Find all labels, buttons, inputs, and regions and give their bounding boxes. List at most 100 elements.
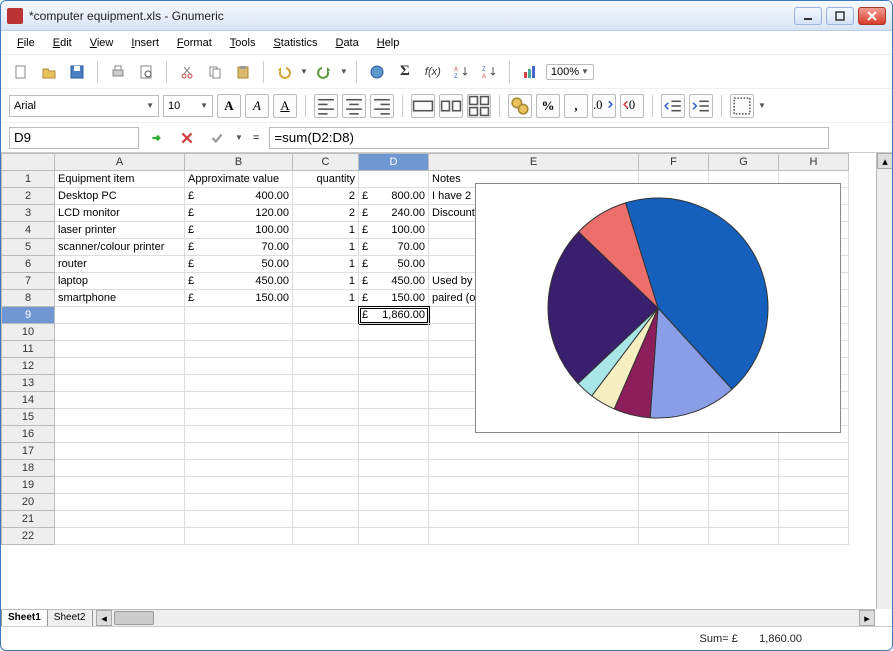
menu-edit[interactable]: Edit (45, 35, 80, 51)
bold-button[interactable]: A (217, 94, 241, 118)
cell-C12[interactable] (293, 358, 359, 375)
increase-decimal-button[interactable]: .0 (592, 94, 616, 118)
cell-E22[interactable] (429, 528, 639, 545)
cell-A15[interactable] (55, 409, 185, 426)
cell-D7[interactable]: £450.00 (359, 273, 429, 290)
percent-button[interactable]: % (536, 94, 560, 118)
col-header-C[interactable]: C (293, 153, 359, 171)
undo-button[interactable] (272, 60, 296, 84)
decrease-indent-button[interactable] (661, 94, 685, 118)
cell-A7[interactable]: laptop (55, 273, 185, 290)
row-header-21[interactable]: 21 (1, 511, 55, 528)
cell-D15[interactable] (359, 409, 429, 426)
cell-H19[interactable] (779, 477, 849, 494)
cell-B14[interactable] (185, 392, 293, 409)
cell-C16[interactable] (293, 426, 359, 443)
col-header-E[interactable]: E (429, 153, 639, 171)
hyperlink-button[interactable] (365, 60, 389, 84)
cell-D18[interactable] (359, 460, 429, 477)
goto-button[interactable] (145, 126, 169, 150)
increase-indent-button[interactable] (689, 94, 713, 118)
horizontal-scrollbar[interactable]: ◂ ▸ (96, 609, 875, 626)
pie-chart[interactable] (475, 183, 841, 433)
cell-D2[interactable]: £800.00 (359, 188, 429, 205)
cell-G17[interactable] (709, 443, 779, 460)
cell-B17[interactable] (185, 443, 293, 460)
redo-button[interactable] (312, 60, 336, 84)
cell-A4[interactable]: laser printer (55, 222, 185, 239)
minimize-button[interactable] (794, 7, 822, 25)
menu-tools[interactable]: Tools (222, 35, 264, 51)
cell-F18[interactable] (639, 460, 709, 477)
cell-G18[interactable] (709, 460, 779, 477)
cell-A2[interactable]: Desktop PC (55, 188, 185, 205)
cell-D19[interactable] (359, 477, 429, 494)
cell-A6[interactable]: router (55, 256, 185, 273)
italic-button[interactable]: A (245, 94, 269, 118)
col-header-A[interactable]: A (55, 153, 185, 171)
col-header-H[interactable]: H (779, 153, 849, 171)
maximize-button[interactable] (826, 7, 854, 25)
cell-H18[interactable] (779, 460, 849, 477)
cell-H22[interactable] (779, 528, 849, 545)
cell-H20[interactable] (779, 494, 849, 511)
borders-button[interactable] (730, 94, 754, 118)
cell-F22[interactable] (639, 528, 709, 545)
cell-B3[interactable]: £120.00 (185, 205, 293, 222)
cell-D3[interactable]: £240.00 (359, 205, 429, 222)
row-header-5[interactable]: 5 (1, 239, 55, 256)
cell-C10[interactable] (293, 324, 359, 341)
cell-C20[interactable] (293, 494, 359, 511)
row-header-19[interactable]: 19 (1, 477, 55, 494)
cell-F21[interactable] (639, 511, 709, 528)
row-header-20[interactable]: 20 (1, 494, 55, 511)
cell-D8[interactable]: £150.00 (359, 290, 429, 307)
col-header-G[interactable]: G (709, 153, 779, 171)
menu-statistics[interactable]: Statistics (265, 35, 325, 51)
col-header-B[interactable]: B (185, 153, 293, 171)
cell-A14[interactable] (55, 392, 185, 409)
cell-A16[interactable] (55, 426, 185, 443)
sheet-tab-sheet3[interactable]: Sheet3 (92, 610, 97, 626)
cell-B9[interactable] (185, 307, 293, 324)
row-header-15[interactable]: 15 (1, 409, 55, 426)
cell-B15[interactable] (185, 409, 293, 426)
cell-G22[interactable] (709, 528, 779, 545)
chart-button[interactable] (518, 60, 542, 84)
cell-C9[interactable] (293, 307, 359, 324)
decrease-decimal-button[interactable]: .0 (620, 94, 644, 118)
cell-C1[interactable]: quantity (293, 171, 359, 188)
cell-C11[interactable] (293, 341, 359, 358)
menu-help[interactable]: Help (369, 35, 408, 51)
cell-D13[interactable] (359, 375, 429, 392)
currency-button[interactable] (508, 94, 532, 118)
cell-A18[interactable] (55, 460, 185, 477)
cell-D20[interactable] (359, 494, 429, 511)
scroll-left-button[interactable]: ◂ (96, 610, 112, 626)
cell-G20[interactable] (709, 494, 779, 511)
new-button[interactable] (9, 60, 33, 84)
cell-C2[interactable]: 2 (293, 188, 359, 205)
cancel-button[interactable] (175, 126, 199, 150)
sheet-tab-sheet2[interactable]: Sheet2 (47, 610, 93, 626)
cell-D10[interactable] (359, 324, 429, 341)
cell-B21[interactable] (185, 511, 293, 528)
row-header-12[interactable]: 12 (1, 358, 55, 375)
undo-dropdown[interactable]: ▼ (300, 67, 308, 76)
row-header-4[interactable]: 4 (1, 222, 55, 239)
cell-D21[interactable] (359, 511, 429, 528)
cell-H17[interactable] (779, 443, 849, 460)
cell-A8[interactable]: smartphone (55, 290, 185, 307)
cell-C18[interactable] (293, 460, 359, 477)
cell-B10[interactable] (185, 324, 293, 341)
row-header-3[interactable]: 3 (1, 205, 55, 222)
print-preview-button[interactable] (134, 60, 158, 84)
cell-C22[interactable] (293, 528, 359, 545)
menu-view[interactable]: View (82, 35, 122, 51)
cell-C5[interactable]: 1 (293, 239, 359, 256)
row-header-14[interactable]: 14 (1, 392, 55, 409)
menu-format[interactable]: Format (169, 35, 220, 51)
cell-B11[interactable] (185, 341, 293, 358)
cell-A1[interactable]: Equipment item (55, 171, 185, 188)
open-button[interactable] (37, 60, 61, 84)
